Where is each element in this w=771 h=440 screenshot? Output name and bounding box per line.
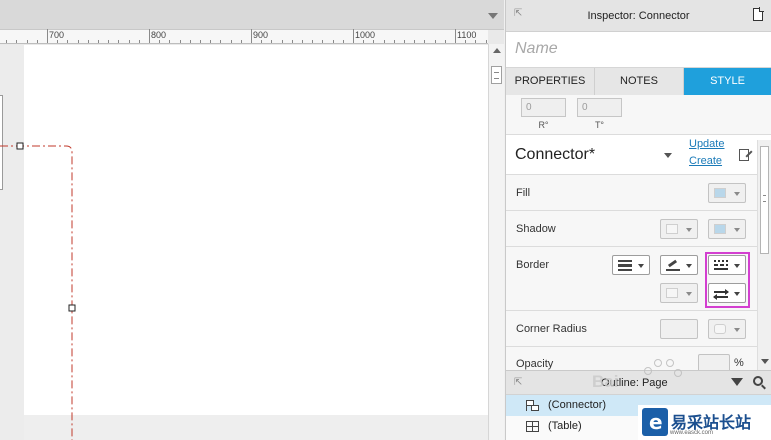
chevron-down-icon bbox=[734, 228, 740, 232]
rotation-t-input[interactable]: 0 bbox=[577, 98, 622, 117]
filter-icon[interactable] bbox=[731, 378, 743, 386]
inspector-panel: ⇱ Inspector: Connector Name PROPERTIES N… bbox=[505, 0, 771, 370]
canvas-area: 700 800 900 1000 1100 bbox=[0, 0, 504, 440]
table-icon bbox=[526, 421, 539, 432]
inspector-scrollbar[interactable] bbox=[757, 140, 771, 370]
corner-radius-input[interactable] bbox=[660, 319, 698, 339]
corner-radius-label: Corner Radius bbox=[516, 323, 587, 335]
pen-icon bbox=[666, 260, 680, 271]
shadow-outer-swatch bbox=[666, 224, 678, 234]
outline-header: ⇱ Outline: Page bbox=[506, 371, 771, 395]
chevron-down-icon bbox=[734, 328, 740, 332]
border-label: Border bbox=[516, 259, 550, 271]
border-visibility-swatch bbox=[666, 288, 678, 298]
border-row: Border bbox=[506, 247, 771, 311]
border-highlight-box bbox=[705, 252, 750, 308]
scroll-thumb[interactable] bbox=[491, 66, 502, 84]
chevron-down-icon bbox=[686, 228, 692, 232]
chevron-down-icon bbox=[686, 264, 692, 268]
tab-properties[interactable]: PROPERTIES bbox=[506, 68, 595, 95]
shadow-inner-swatch bbox=[714, 224, 726, 234]
shadow-outer-picker[interactable] bbox=[660, 219, 698, 239]
shadow-label: Shadow bbox=[516, 223, 556, 235]
style-dropdown-icon[interactable] bbox=[664, 153, 672, 158]
scroll-down-icon[interactable] bbox=[761, 359, 769, 364]
border-color-picker[interactable] bbox=[660, 255, 698, 275]
connector-handle-mid[interactable] bbox=[68, 304, 76, 312]
tab-notes[interactable]: NOTES bbox=[595, 68, 684, 95]
canvas-vertical-scrollbar[interactable] bbox=[488, 44, 504, 440]
border-thickness-picker[interactable] bbox=[612, 255, 650, 275]
rotation-row: 0 R° 0 T° bbox=[506, 95, 771, 135]
style-selector-row: Connector* Update Create bbox=[506, 135, 771, 175]
pin-icon[interactable]: ⇱ bbox=[514, 377, 522, 388]
corner-style-swatch bbox=[714, 324, 726, 334]
create-style-link[interactable]: Create bbox=[689, 155, 722, 167]
fill-label: Fill bbox=[516, 187, 531, 199]
rotation-r-input[interactable]: 0 bbox=[521, 98, 566, 117]
inspector-tabs: PROPERTIES NOTES STYLE bbox=[506, 68, 771, 95]
site-watermark: 易采站长站 www.easck.com bbox=[638, 405, 771, 440]
shadow-row: Shadow bbox=[506, 211, 771, 247]
line-weight-icon bbox=[618, 260, 632, 271]
corner-style-picker[interactable] bbox=[708, 319, 746, 339]
site-url: www.easck.com bbox=[670, 430, 714, 436]
chevron-down-icon bbox=[734, 192, 740, 196]
fill-color-picker[interactable] bbox=[708, 183, 746, 203]
opacity-label: Opacity bbox=[516, 358, 554, 370]
rotation-t-label: T° bbox=[594, 120, 605, 130]
rotation-r-label: R° bbox=[538, 120, 549, 130]
inspector-scroll-thumb[interactable] bbox=[760, 146, 769, 254]
shadow-inner-picker[interactable] bbox=[708, 219, 746, 239]
paw-watermark-icon bbox=[640, 357, 684, 387]
chevron-down-icon bbox=[686, 292, 692, 296]
outline-item-label: (Connector) bbox=[548, 399, 607, 411]
fill-row: Fill bbox=[506, 175, 771, 211]
inspector-title: Inspector: Connector bbox=[587, 10, 690, 22]
tab-style[interactable]: STYLE bbox=[684, 68, 771, 95]
edit-style-icon[interactable] bbox=[739, 149, 749, 161]
opacity-unit: % bbox=[734, 357, 744, 369]
baidu-watermark: Bai bbox=[592, 372, 619, 391]
connector-handle-start[interactable] bbox=[16, 142, 24, 150]
connector-line[interactable] bbox=[0, 145, 73, 440]
site-logo-icon bbox=[642, 408, 668, 436]
name-input[interactable]: Name bbox=[506, 32, 771, 68]
outline-item-label: (Table) bbox=[548, 420, 582, 432]
chevron-down-icon bbox=[638, 264, 644, 268]
scroll-up-icon[interactable] bbox=[493, 48, 501, 53]
style-name-dropdown[interactable]: Connector* bbox=[515, 146, 595, 164]
connector-shape[interactable] bbox=[0, 0, 504, 440]
page-icon[interactable] bbox=[753, 7, 764, 21]
opacity-row: Opacity % bbox=[506, 347, 771, 370]
opacity-input[interactable] bbox=[698, 354, 730, 370]
border-visibility-picker[interactable] bbox=[660, 283, 698, 303]
connector-icon bbox=[526, 400, 539, 411]
fill-swatch bbox=[714, 188, 726, 198]
inspector-header: ⇱ Inspector: Connector bbox=[506, 0, 771, 32]
update-style-link[interactable]: Update bbox=[689, 138, 724, 150]
search-icon[interactable] bbox=[753, 376, 763, 386]
corner-radius-row: Corner Radius bbox=[506, 311, 771, 347]
